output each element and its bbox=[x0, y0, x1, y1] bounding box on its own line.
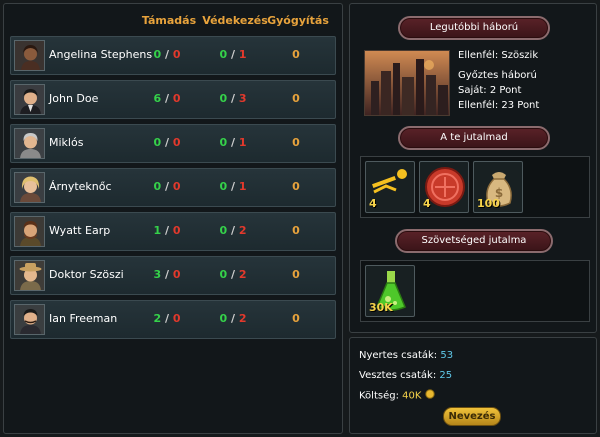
your-reward-box: 4 4 $ 100 bbox=[360, 156, 590, 218]
player-name: John Doe bbox=[49, 92, 99, 105]
healing-stat: 0 bbox=[292, 48, 300, 61]
reward-item[interactable]: 4 bbox=[365, 161, 415, 213]
table-row[interactable]: Ian Freeman 2 / 0 0 / 2 0 bbox=[10, 300, 336, 339]
wins-line: Nyertes csaták: 53 bbox=[359, 350, 453, 361]
table-row[interactable]: Wyatt Earp 1 / 0 0 / 2 0 bbox=[10, 212, 336, 251]
war-city-image bbox=[364, 50, 450, 116]
healing-stat: 0 bbox=[292, 92, 300, 105]
player-name: Doktor Szöszi bbox=[49, 268, 124, 281]
item-count: 100 bbox=[477, 197, 500, 210]
player-name: Miklós bbox=[49, 136, 84, 149]
own-points: Saját: 2 Pont bbox=[458, 85, 522, 96]
avatar bbox=[14, 216, 45, 247]
attack-stat: 3 / 0 bbox=[153, 268, 181, 281]
attack-stat: 1 / 0 bbox=[153, 224, 181, 237]
player-stats-panel: Támadás Védekezés Gyógyítás Angelina Ste… bbox=[3, 3, 343, 434]
defense-stat: 0 / 1 bbox=[219, 180, 247, 193]
healing-stat: 0 bbox=[292, 312, 300, 325]
attack-stat: 0 / 0 bbox=[153, 180, 181, 193]
cost-value: 40K bbox=[402, 390, 422, 402]
wins-label: Nyertes csaták: bbox=[359, 350, 438, 361]
reward-item[interactable]: 30K bbox=[365, 265, 415, 317]
losses-value: 25 bbox=[439, 370, 453, 381]
player-name: Árnyteknőc bbox=[49, 180, 112, 193]
table-row[interactable]: Angelina Stephens 0 / 0 0 / 1 0 bbox=[10, 36, 336, 75]
header-attack: Támadás bbox=[141, 14, 197, 27]
avatar bbox=[14, 260, 45, 291]
register-button[interactable]: Nevezés bbox=[443, 407, 501, 426]
item-count: 4 bbox=[423, 197, 431, 210]
last-war-banner: Legutóbbi háború bbox=[398, 16, 550, 40]
enemy-points: Ellenfél: 23 Pont bbox=[458, 100, 540, 111]
table-row[interactable]: Miklós 0 / 0 0 / 1 0 bbox=[10, 124, 336, 163]
healing-stat: 0 bbox=[292, 136, 300, 149]
war-info-panel: Legutóbbi háború Ellenfél: Szöszik Győzt… bbox=[349, 3, 597, 333]
losses-label: Vesztes csaták: bbox=[359, 370, 437, 381]
cost-line: Költség: 40K bbox=[359, 389, 435, 402]
defense-stat: 0 / 2 bbox=[219, 224, 247, 237]
losses-line: Vesztes csaták: 25 bbox=[359, 370, 452, 381]
coin-icon bbox=[424, 389, 435, 402]
header-healing: Gyógyítás bbox=[267, 14, 329, 27]
cost-label: Költség: bbox=[359, 390, 399, 402]
defense-stat: 0 / 1 bbox=[219, 136, 247, 149]
reward-item[interactable]: 4 bbox=[419, 161, 469, 213]
enemy-name: Ellenfél: Szöszik bbox=[458, 50, 539, 61]
summary-panel: Nyertes csaták: 53 Vesztes csaták: 25 Kö… bbox=[349, 337, 597, 434]
item-count: 4 bbox=[369, 197, 377, 210]
item-count: 30K bbox=[369, 301, 393, 314]
defense-stat: 0 / 3 bbox=[219, 92, 247, 105]
attack-stat: 6 / 0 bbox=[153, 92, 181, 105]
alliance-reward-box: 30K bbox=[360, 260, 590, 322]
header-defense: Védekezés bbox=[202, 14, 268, 27]
wins-value: 53 bbox=[440, 350, 454, 361]
avatar bbox=[14, 128, 45, 159]
avatar bbox=[14, 172, 45, 203]
avatar bbox=[14, 304, 45, 335]
table-row[interactable]: John Doe 6 / 0 0 / 3 0 bbox=[10, 80, 336, 119]
table-row[interactable]: Doktor Szöszi 3 / 0 0 / 2 0 bbox=[10, 256, 336, 295]
defense-stat: 0 / 1 bbox=[219, 48, 247, 61]
attack-stat: 2 / 0 bbox=[153, 312, 181, 325]
avatar bbox=[14, 40, 45, 71]
player-name: Ian Freeman bbox=[49, 312, 118, 325]
healing-stat: 0 bbox=[292, 268, 300, 281]
alliance-reward-banner: Szövetséged jutalma bbox=[395, 229, 553, 253]
defense-stat: 0 / 2 bbox=[219, 312, 247, 325]
attack-stat: 0 / 0 bbox=[153, 48, 181, 61]
reward-item[interactable]: $ 100 bbox=[473, 161, 523, 213]
table-row[interactable]: Árnyteknőc 0 / 0 0 / 1 0 bbox=[10, 168, 336, 207]
healing-stat: 0 bbox=[292, 224, 300, 237]
defense-stat: 0 / 2 bbox=[219, 268, 247, 281]
healing-stat: 0 bbox=[292, 180, 300, 193]
your-reward-banner: A te jutalmad bbox=[398, 126, 550, 150]
war-result: Győztes háború bbox=[458, 70, 537, 81]
avatar bbox=[14, 84, 45, 115]
player-name: Wyatt Earp bbox=[49, 224, 111, 237]
attack-stat: 0 / 0 bbox=[153, 136, 181, 149]
